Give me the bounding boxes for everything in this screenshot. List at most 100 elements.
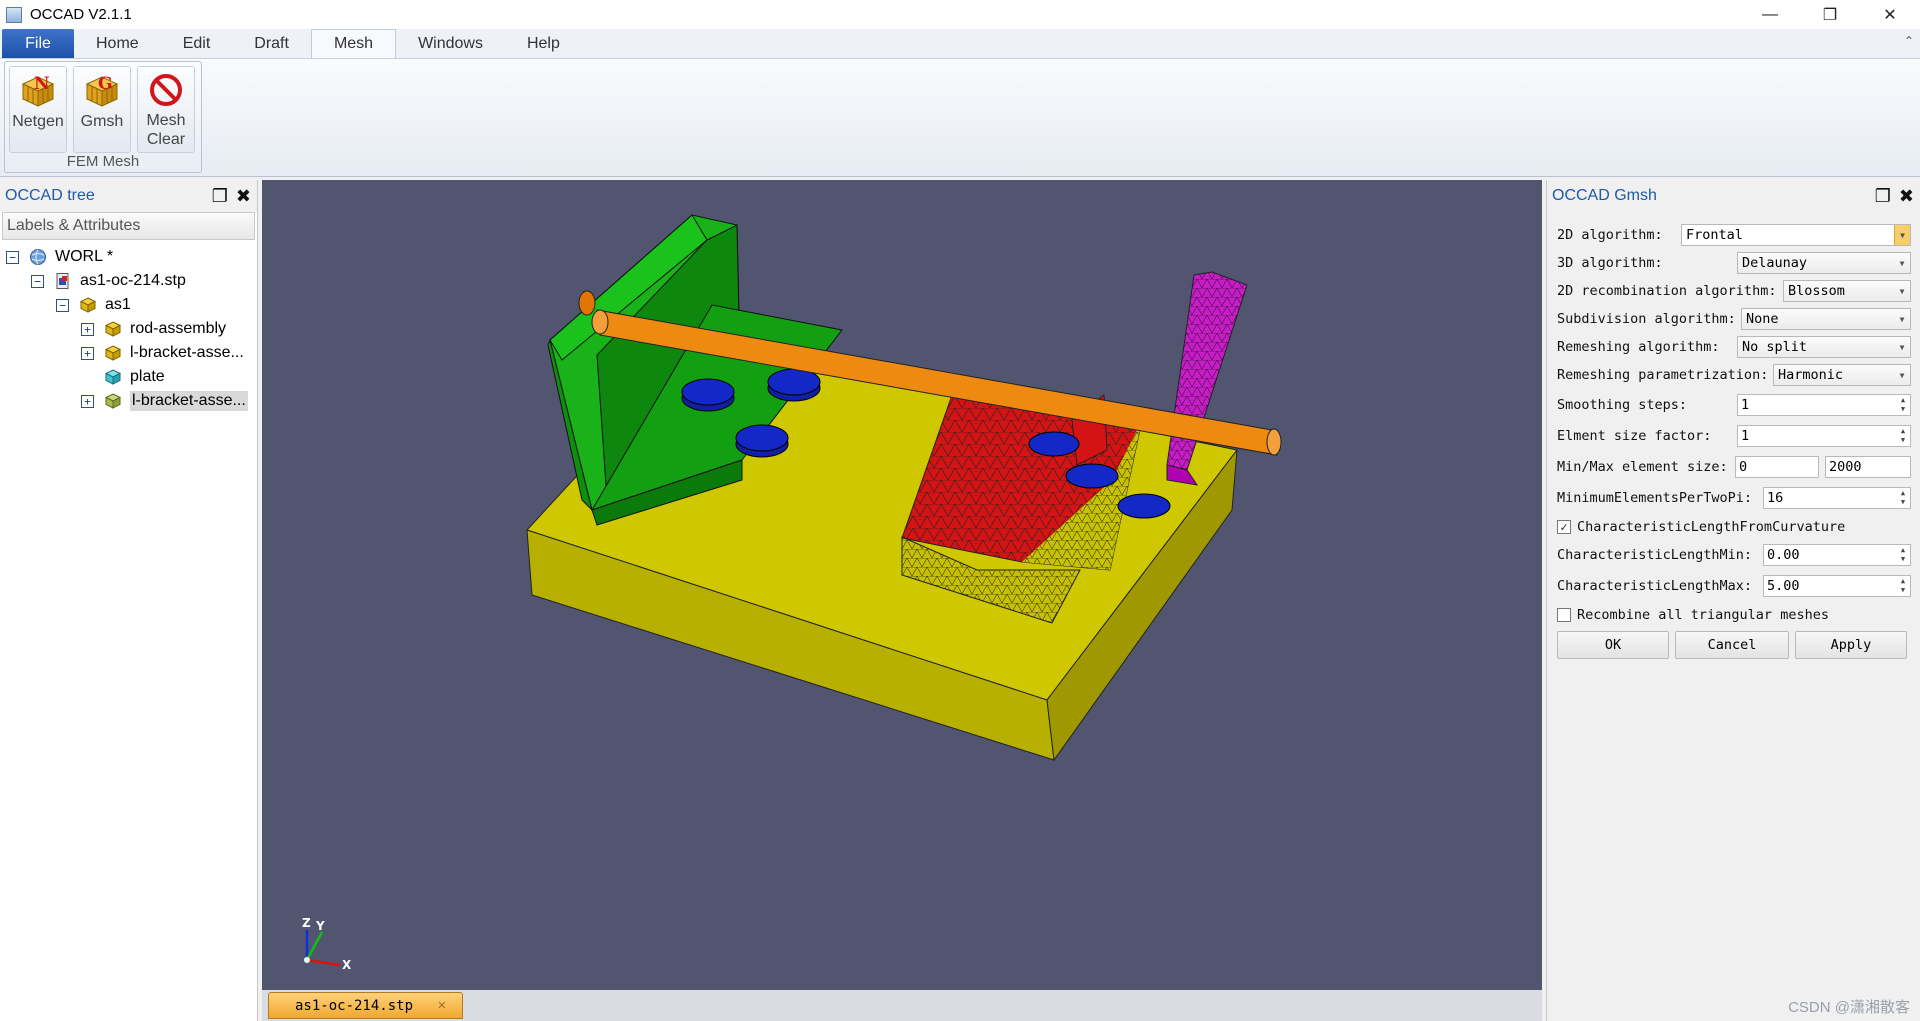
gmsh-panel-title: OCCAD Gmsh: [1552, 187, 1657, 204]
recombine-all-checkbox[interactable]: [1557, 608, 1571, 622]
remesh-select[interactable]: No split ▼: [1737, 336, 1911, 358]
cl-min-label: CharacteristicLengthMin:: [1557, 547, 1753, 563]
tree-item-rod-assembly[interactable]: + rod-assembly: [81, 317, 226, 341]
axis-x-label: X: [342, 958, 352, 972]
model-view[interactable]: Z Y X: [262, 180, 1542, 990]
menu-bar: File Home Edit Draft Mesh Windows Help: [0, 29, 1920, 59]
tree-item-l-bracket-1[interactable]: + l-bracket-asse...: [81, 341, 244, 365]
cl-max-stepper[interactable]: 5.00 ▲ ▼: [1763, 575, 1911, 597]
gmsh-panel: OCCAD Gmsh ❐ ✖ 2D algorithm: Frontal ▼ 3D…: [1546, 180, 1920, 1021]
close-icon[interactable]: ✕: [1860, 0, 1920, 29]
globe-icon: [30, 249, 46, 265]
apply-button[interactable]: Apply: [1795, 631, 1907, 659]
ok-button[interactable]: OK: [1557, 631, 1669, 659]
3d-viewport[interactable]: Z Y X: [262, 180, 1542, 990]
tree-item-label: plate: [130, 368, 165, 385]
min-per-2pi-stepper[interactable]: 16 ▲ ▼: [1763, 487, 1911, 509]
tab-home[interactable]: Home: [74, 29, 161, 58]
tree-item-as1[interactable]: − as1: [56, 293, 131, 317]
assembly-icon: [104, 393, 122, 409]
mesh-clear-button[interactable]: Mesh Clear: [137, 66, 195, 153]
max-size-value: 2000: [1829, 459, 1862, 475]
recombine-all-checkbox-row[interactable]: Recombine all triangular meshes: [1557, 603, 1829, 627]
remesh-label: Remeshing algorithm:: [1557, 339, 1720, 355]
assembly-icon: [104, 345, 122, 361]
restore-icon[interactable]: ❐: [1800, 0, 1860, 29]
gmsh-icon: G: [85, 74, 119, 107]
tree-panel: OCCAD tree ❐ ✖ Labels & Attributes − WOR…: [0, 180, 258, 1021]
tab-draft[interactable]: Draft: [232, 29, 311, 58]
stepper-arrows-icon[interactable]: ▲ ▼: [1898, 576, 1908, 596]
size-factor-stepper[interactable]: 1 ▲ ▼: [1737, 425, 1911, 447]
stepper-arrows-icon[interactable]: ▲ ▼: [1898, 545, 1908, 565]
algo3d-select[interactable]: Delaunay ▼: [1737, 252, 1911, 274]
tree-item-worl[interactable]: − WORL *: [6, 245, 113, 269]
collapse-ribbon-icon[interactable]: ⌃: [1904, 34, 1914, 48]
min-size-value: 0: [1739, 459, 1748, 475]
algo3d-value: Delaunay: [1742, 255, 1808, 271]
netgen-label: Netgen: [12, 113, 64, 130]
tree-item-plate[interactable]: plate: [104, 365, 165, 389]
recomb2d-select[interactable]: Blossom ▼: [1783, 280, 1911, 302]
tree-item-label: rod-assembly: [130, 320, 227, 337]
collapse-icon[interactable]: −: [31, 274, 44, 288]
minimize-icon[interactable]: —: [1740, 0, 1800, 29]
no-entry-icon: [150, 74, 182, 106]
stepper-arrows-icon[interactable]: ▲ ▼: [1898, 395, 1908, 415]
float-panel-icon[interactable]: ❐: [212, 186, 228, 207]
tree-item-stp-file[interactable]: − as1-oc-214.stp: [31, 269, 186, 293]
smoothing-stepper[interactable]: 1 ▲ ▼: [1737, 394, 1911, 416]
axis-y-label: Y: [315, 919, 325, 933]
algo2d-select[interactable]: Frontal ▼: [1681, 224, 1911, 246]
tree-item-l-bracket-2[interactable]: + l-bracket-asse...: [81, 389, 248, 413]
expand-icon[interactable]: +: [81, 322, 94, 336]
close-panel-icon[interactable]: ✖: [236, 186, 251, 207]
cancel-button[interactable]: Cancel: [1675, 631, 1789, 659]
tab-edit[interactable]: Edit: [161, 29, 233, 58]
document-tab[interactable]: as1-oc-214.stp ✕: [268, 992, 463, 1019]
close-panel-icon[interactable]: ✖: [1899, 186, 1914, 207]
ribbon: N Netgen G Gmsh Mesh Clear FEM Mesh: [0, 59, 1920, 177]
collapse-icon[interactable]: −: [56, 298, 69, 312]
collapse-icon[interactable]: −: [6, 250, 19, 264]
stepper-arrows-icon[interactable]: ▲ ▼: [1898, 426, 1908, 446]
netgen-icon: N: [21, 74, 55, 107]
curvature-checkbox[interactable]: ✓: [1557, 520, 1571, 534]
gmsh-button[interactable]: G Gmsh: [73, 66, 131, 153]
chevron-down-icon: ▼: [1899, 286, 1905, 296]
tab-windows[interactable]: Windows: [396, 29, 505, 58]
min-size-field[interactable]: 0: [1735, 456, 1819, 478]
netgen-button[interactable]: N Netgen: [9, 66, 67, 153]
document-tab-label: as1-oc-214.stp: [295, 997, 414, 1014]
cl-min-value: 0.00: [1767, 547, 1800, 563]
ribbon-group-caption: FEM Mesh: [66, 153, 140, 170]
algo3d-label: 3D algorithm:: [1557, 255, 1663, 271]
expand-icon[interactable]: +: [81, 394, 94, 408]
smoothing-value: 1: [1741, 397, 1750, 413]
chevron-down-icon: ▼: [1899, 342, 1905, 352]
recombine-all-label: Recombine all triangular meshes: [1577, 607, 1829, 623]
minmax-label: Min/Max element size:: [1557, 459, 1728, 475]
tree-item-label: as1: [105, 296, 131, 313]
algo2d-label: 2D algorithm:: [1557, 227, 1663, 243]
remesh-param-select[interactable]: Harmonic ▼: [1773, 364, 1911, 386]
max-size-field[interactable]: 2000: [1825, 456, 1911, 478]
chevron-down-icon: ▼: [1899, 314, 1905, 324]
cl-min-stepper[interactable]: 0.00 ▲ ▼: [1763, 544, 1911, 566]
tab-file[interactable]: File: [2, 29, 74, 58]
curvature-checkbox-row[interactable]: ✓ CharacteristicLengthFromCurvature: [1557, 515, 1845, 539]
svg-text:N: N: [34, 74, 50, 94]
stepper-arrows-icon[interactable]: ▲ ▼: [1898, 488, 1908, 508]
subdiv-select[interactable]: None ▼: [1741, 308, 1911, 330]
tab-help[interactable]: Help: [505, 29, 582, 58]
fem-mesh-group: N Netgen G Gmsh Mesh Clear FEM Mesh: [4, 61, 202, 173]
tree-item-label: l-bracket-asse...: [130, 344, 244, 361]
tab-mesh[interactable]: Mesh: [310, 29, 397, 58]
tree-column-header[interactable]: Labels & Attributes: [2, 212, 255, 240]
subdiv-value: None: [1746, 311, 1779, 327]
expand-icon[interactable]: +: [81, 346, 94, 360]
recomb2d-value: Blossom: [1788, 283, 1845, 299]
float-panel-icon[interactable]: ❐: [1875, 186, 1891, 207]
document-icon: [56, 273, 69, 289]
close-tab-icon[interactable]: ✕: [438, 997, 446, 1013]
